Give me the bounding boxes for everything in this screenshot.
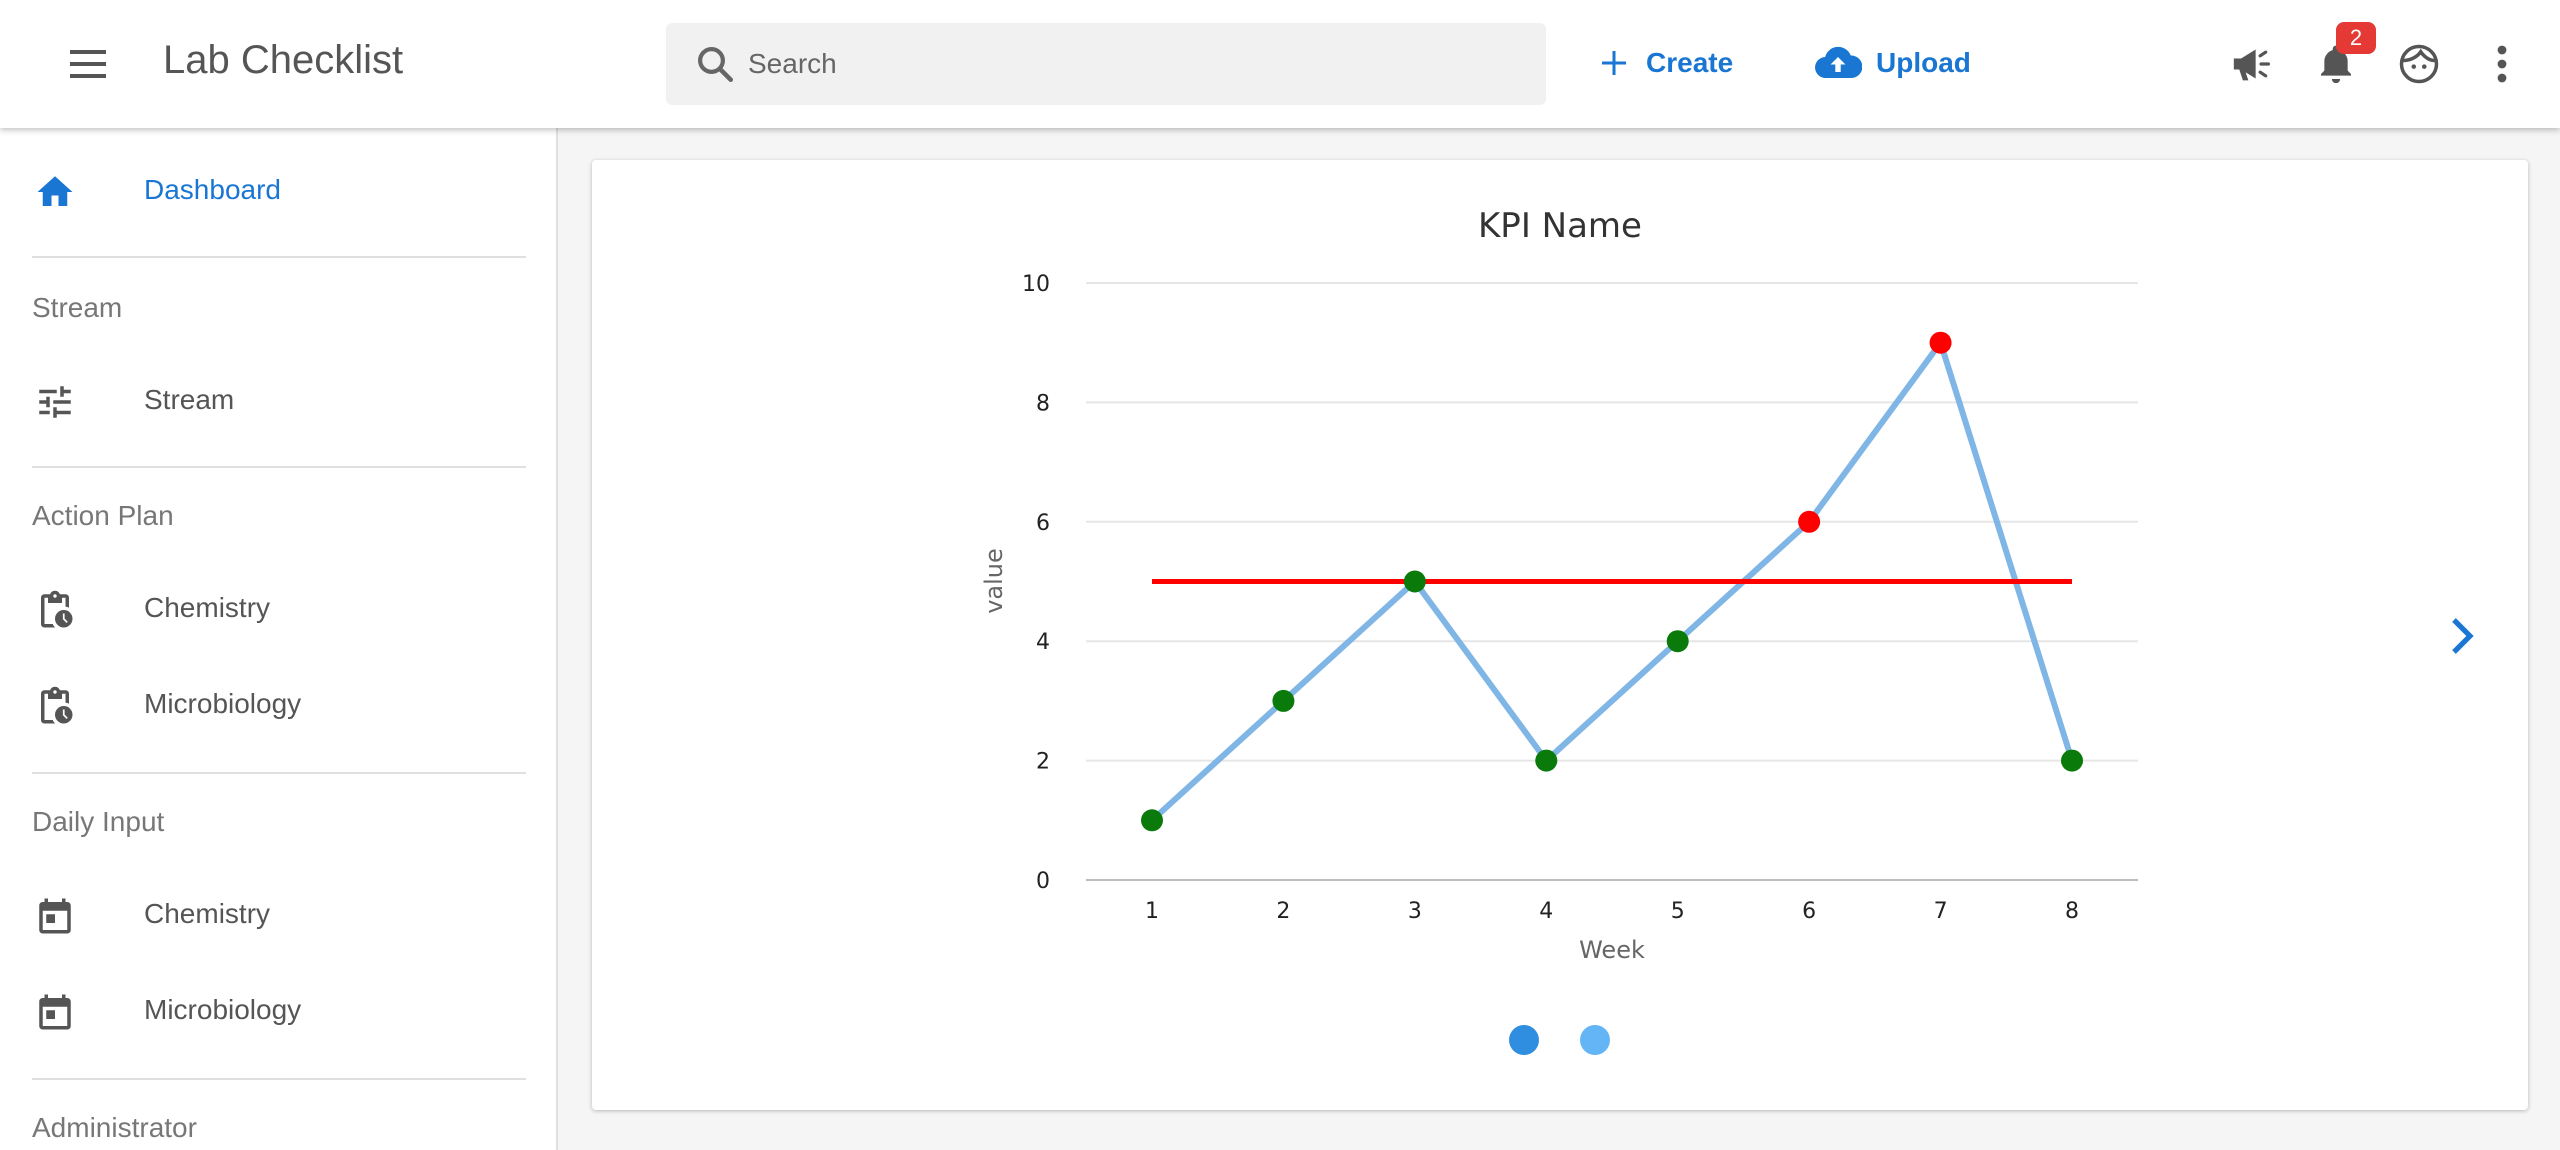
divider bbox=[32, 466, 526, 468]
section-title-action-plan: Action Plan bbox=[32, 500, 174, 531]
pending-actions-icon bbox=[41, 590, 73, 628]
megaphone-icon bbox=[2233, 49, 2270, 81]
data-point bbox=[1798, 510, 1821, 533]
y-tick-label: 6 bbox=[1036, 511, 1050, 536]
upload-button[interactable]: Upload bbox=[1814, 30, 1971, 96]
y-tick-label: 2 bbox=[1036, 750, 1050, 775]
data-point bbox=[1666, 630, 1689, 653]
x-axis-ticks: 1 2 3 4 5 6 7 8 bbox=[1145, 899, 2079, 924]
face-icon bbox=[2399, 44, 2439, 84]
x-axis-label: Week bbox=[1579, 936, 1645, 964]
data-point bbox=[1403, 570, 1426, 593]
y-axis-label: value bbox=[980, 548, 1008, 614]
account-button[interactable] bbox=[2393, 38, 2445, 90]
sidebar-item-stream[interactable]: Stream bbox=[0, 356, 556, 446]
x-tick-label: 6 bbox=[1802, 899, 1816, 924]
sidebar-item-label: Microbiology bbox=[144, 994, 302, 1025]
sidebar-item-daily-input-chemistry[interactable]: Chemistry bbox=[0, 870, 556, 960]
divider bbox=[32, 256, 526, 258]
app-bar: Lab Checklist Create Upload 2 bbox=[0, 0, 2560, 128]
home-icon bbox=[37, 176, 73, 206]
calendar-icon bbox=[39, 994, 71, 1030]
data-point bbox=[1929, 331, 1952, 354]
y-axis-ticks: 0 2 4 6 8 10 bbox=[1022, 272, 1050, 894]
sidebar-item-daily-input-microbiology[interactable]: Microbiology bbox=[0, 966, 556, 1056]
more-options-button[interactable] bbox=[2476, 38, 2528, 90]
upload-label: Upload bbox=[1876, 47, 1971, 78]
carousel-dot[interactable] bbox=[1580, 1025, 1610, 1055]
section-title-stream: Stream bbox=[32, 292, 123, 323]
chart-title: KPI Name bbox=[1478, 206, 1642, 246]
y-tick-label: 8 bbox=[1036, 391, 1050, 416]
sidebar-item-action-plan-chemistry[interactable]: Chemistry bbox=[0, 564, 556, 654]
app-title: Lab Checklist bbox=[163, 38, 404, 82]
cloud-upload-icon bbox=[1815, 46, 1862, 79]
x-tick-label: 1 bbox=[1145, 899, 1159, 924]
search-input[interactable] bbox=[748, 23, 1508, 105]
carousel-dot[interactable] bbox=[1509, 1025, 1539, 1055]
x-tick-label: 2 bbox=[1276, 899, 1290, 924]
create-label: Create bbox=[1646, 47, 1734, 78]
x-tick-label: 4 bbox=[1539, 899, 1553, 924]
data-point bbox=[2061, 749, 2083, 772]
kpi-line-chart: KPI Name 0246810 12345678 Week value bbox=[980, 206, 2138, 964]
data-point bbox=[1272, 689, 1295, 712]
data-point bbox=[1141, 809, 1163, 832]
x-tick-label: 3 bbox=[1408, 899, 1422, 924]
sidebar-item-label: Dashboard bbox=[144, 174, 281, 205]
sidebar-item-action-plan-microbiology[interactable]: Microbiology bbox=[0, 660, 556, 750]
search-icon bbox=[698, 47, 734, 83]
carousel-next-button[interactable] bbox=[2440, 610, 2484, 662]
sidebar: Dashboard Stream Stream Action Plan Chem… bbox=[0, 128, 558, 1150]
plus-icon bbox=[1602, 51, 1626, 75]
x-tick-label: 7 bbox=[1934, 899, 1948, 924]
divider bbox=[32, 772, 526, 774]
y-tick-label: 0 bbox=[1036, 869, 1050, 894]
kpi-chart-card: KPI Name 0 2 4 6 8 10 12345678 Week value bbox=[592, 160, 2528, 1110]
tune-icon bbox=[39, 386, 71, 418]
sidebar-item-label: Microbiology bbox=[144, 688, 302, 719]
sidebar-item-dashboard[interactable]: Dashboard bbox=[0, 146, 556, 236]
sidebar-item-label: Chemistry bbox=[144, 592, 271, 623]
y-tick-label: 4 bbox=[1036, 630, 1050, 655]
pending-actions-icon bbox=[41, 686, 73, 724]
sidebar-item-label: Stream bbox=[144, 384, 235, 415]
more-vert-icon bbox=[2497, 45, 2507, 83]
x-tick-label: 5 bbox=[1671, 899, 1685, 924]
divider bbox=[32, 1078, 526, 1080]
y-tick-label: 10 bbox=[1022, 272, 1050, 297]
sidebar-item-label: Chemistry bbox=[144, 898, 271, 929]
menu-icon[interactable] bbox=[64, 44, 114, 84]
calendar-icon bbox=[39, 898, 71, 934]
notification-badge: 2 bbox=[2336, 22, 2376, 54]
chevron-right-icon bbox=[2452, 618, 2474, 654]
section-title-administrator: Administrator bbox=[32, 1112, 197, 1143]
search-bar bbox=[666, 23, 1546, 105]
data-point bbox=[1535, 749, 1558, 772]
x-tick-label: 8 bbox=[2065, 899, 2079, 924]
create-button[interactable]: Create bbox=[1596, 30, 1733, 96]
announcement-button[interactable] bbox=[2226, 38, 2278, 90]
section-title-daily-input: Daily Input bbox=[32, 806, 165, 837]
